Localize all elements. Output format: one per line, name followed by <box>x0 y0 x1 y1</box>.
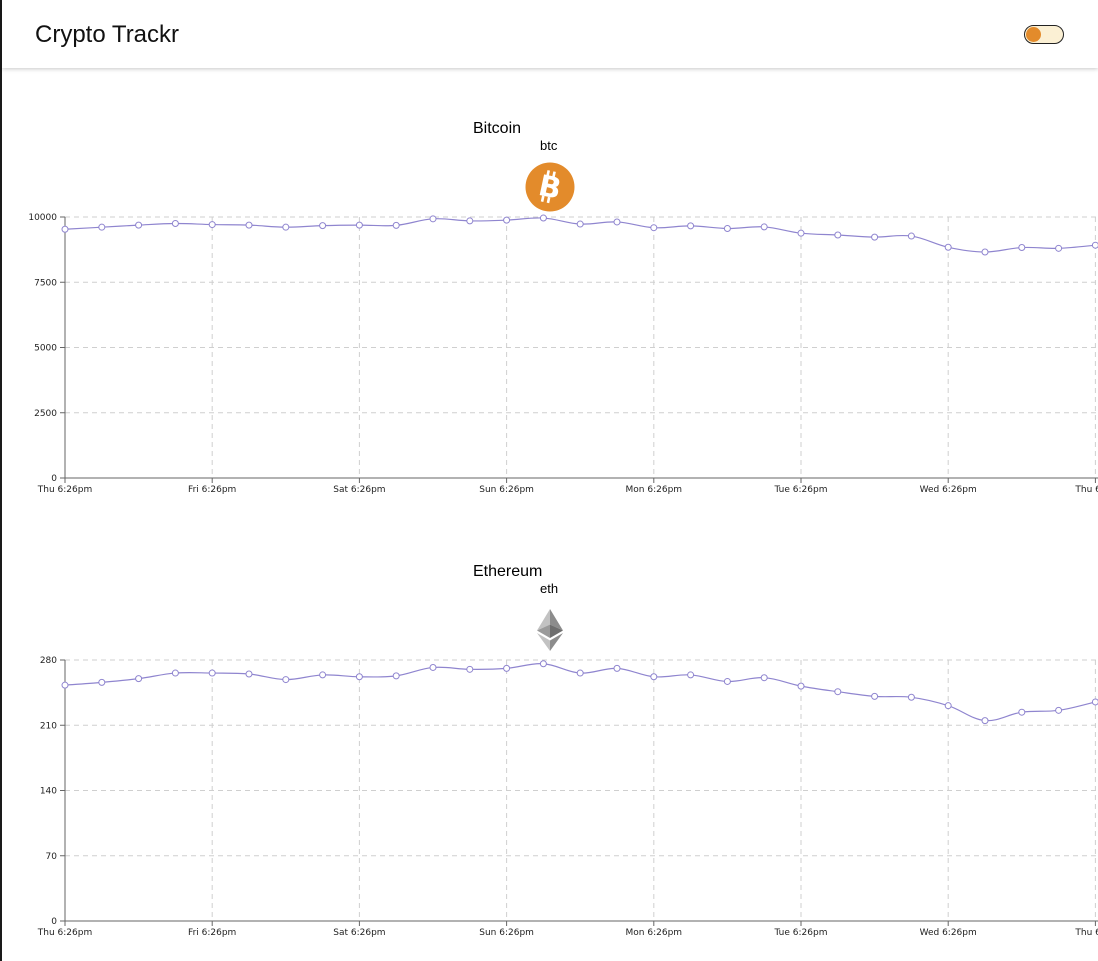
data-point[interactable] <box>1055 244 1063 252</box>
data-point[interactable] <box>613 218 621 226</box>
data-point[interactable] <box>539 214 547 222</box>
data-point[interactable] <box>723 677 731 685</box>
data-point[interactable] <box>282 676 290 684</box>
data-point[interactable] <box>171 669 179 677</box>
data-point[interactable] <box>613 664 621 672</box>
x-tick-label: Thu 6:26pm <box>37 928 92 938</box>
data-point[interactable] <box>319 222 327 230</box>
x-tick-label: Wed 6:26pm <box>920 485 977 495</box>
data-point[interactable] <box>981 248 989 256</box>
y-tick-label: 70 <box>46 852 58 862</box>
x-tick-label: Thu 6:26pm <box>37 485 92 495</box>
coin-name: Ethereum <box>473 563 543 580</box>
x-tick-label: Sun 6:26pm <box>479 928 534 938</box>
data-point[interactable] <box>98 223 106 231</box>
data-point[interactable] <box>1018 708 1026 716</box>
y-tick-label: 0 <box>51 474 57 484</box>
y-tick-label: 140 <box>40 787 57 797</box>
data-point[interactable] <box>245 221 253 229</box>
data-point[interactable] <box>208 221 216 229</box>
data-point[interactable] <box>797 682 805 690</box>
data-point[interactable] <box>171 220 179 228</box>
coin-symbol: eth <box>540 581 559 596</box>
toggle-knob <box>1026 27 1041 42</box>
bitcoin-price-chart: 0 2500 5000 7500 10000 Thu 6:26pm Fri 6:26pm Sa… <box>28 213 1098 495</box>
data-point[interactable] <box>1018 244 1026 252</box>
x-tick-label: Mon 6:26pm <box>626 485 683 495</box>
data-point[interactable] <box>687 222 695 230</box>
data-point[interactable] <box>871 233 879 241</box>
data-point[interactable] <box>871 692 879 700</box>
x-tick-label: Thu 6:26 <box>1074 928 1098 938</box>
data-point[interactable] <box>723 224 731 232</box>
data-point[interactable] <box>1091 241 1098 249</box>
data-point[interactable] <box>1055 706 1063 714</box>
data-point[interactable] <box>650 673 658 681</box>
data-point[interactable] <box>760 674 768 682</box>
data-point[interactable] <box>907 693 915 701</box>
x-tick-label: Wed 6:26pm <box>920 928 977 938</box>
x-tick-label: Sat 6:26pm <box>333 485 385 495</box>
data-point[interactable] <box>429 215 437 223</box>
data-point[interactable] <box>539 660 547 668</box>
data-point[interactable] <box>135 675 143 683</box>
data-point[interactable] <box>429 663 437 671</box>
data-point[interactable] <box>466 217 474 225</box>
coin-name: Bitcoin <box>473 120 522 137</box>
y-tick-label: 5000 <box>34 344 57 354</box>
x-tick-label: Tue 6:26pm <box>774 485 828 495</box>
data-point[interactable] <box>834 231 842 239</box>
data-point[interactable] <box>760 223 768 231</box>
data-point[interactable] <box>834 688 842 696</box>
data-point[interactable] <box>61 681 69 689</box>
data-point[interactable] <box>282 223 290 231</box>
data-point[interactable] <box>503 664 511 672</box>
data-point[interactable] <box>466 665 474 673</box>
x-tick-label: Tue 6:26pm <box>774 928 828 938</box>
data-point[interactable] <box>944 243 952 251</box>
data-point[interactable] <box>576 669 584 677</box>
x-tick-label: Thu 6:26 <box>1074 485 1098 495</box>
data-point[interactable] <box>245 670 253 678</box>
y-tick-label: 0 <box>51 917 57 927</box>
data-point[interactable] <box>208 669 216 677</box>
data-point[interactable] <box>576 220 584 228</box>
data-point[interactable] <box>355 673 363 681</box>
data-point[interactable] <box>650 224 658 232</box>
data-point[interactable] <box>981 717 989 725</box>
data-point[interactable] <box>392 672 400 680</box>
y-tick-label: 280 <box>40 656 57 666</box>
y-tick-label: 2500 <box>34 409 57 419</box>
data-point[interactable] <box>61 225 69 233</box>
data-point[interactable] <box>319 671 327 679</box>
coin-symbol: btc <box>540 138 558 153</box>
app-title: Crypto Trackr <box>35 21 180 48</box>
data-point[interactable] <box>687 671 695 679</box>
ethereum-price-chart: 0 70 140 210 280 Thu 6:26pm Fri 6:26pm Sat 6:26… <box>37 656 1098 938</box>
data-point[interactable] <box>797 229 805 237</box>
y-tick-label: 7500 <box>34 278 57 288</box>
data-point[interactable] <box>944 702 952 710</box>
data-point[interactable] <box>135 221 143 229</box>
data-point[interactable] <box>1091 698 1098 706</box>
data-point[interactable] <box>355 221 363 229</box>
app-bar: Crypto Trackr <box>2 0 1098 68</box>
y-tick-label: 210 <box>40 721 57 731</box>
theme-toggle[interactable] <box>1024 25 1064 44</box>
x-tick-label: Fri 6:26pm <box>188 485 236 495</box>
data-point[interactable] <box>98 678 106 686</box>
data-point[interactable] <box>503 216 511 224</box>
x-tick-label: Sat 6:26pm <box>333 928 385 938</box>
data-point[interactable] <box>907 232 915 240</box>
x-tick-label: Sun 6:26pm <box>479 485 534 495</box>
x-tick-label: Mon 6:26pm <box>626 928 683 938</box>
y-tick-label: 10000 <box>28 213 57 223</box>
data-point[interactable] <box>392 221 400 229</box>
x-tick-label: Fri 6:26pm <box>188 928 236 938</box>
